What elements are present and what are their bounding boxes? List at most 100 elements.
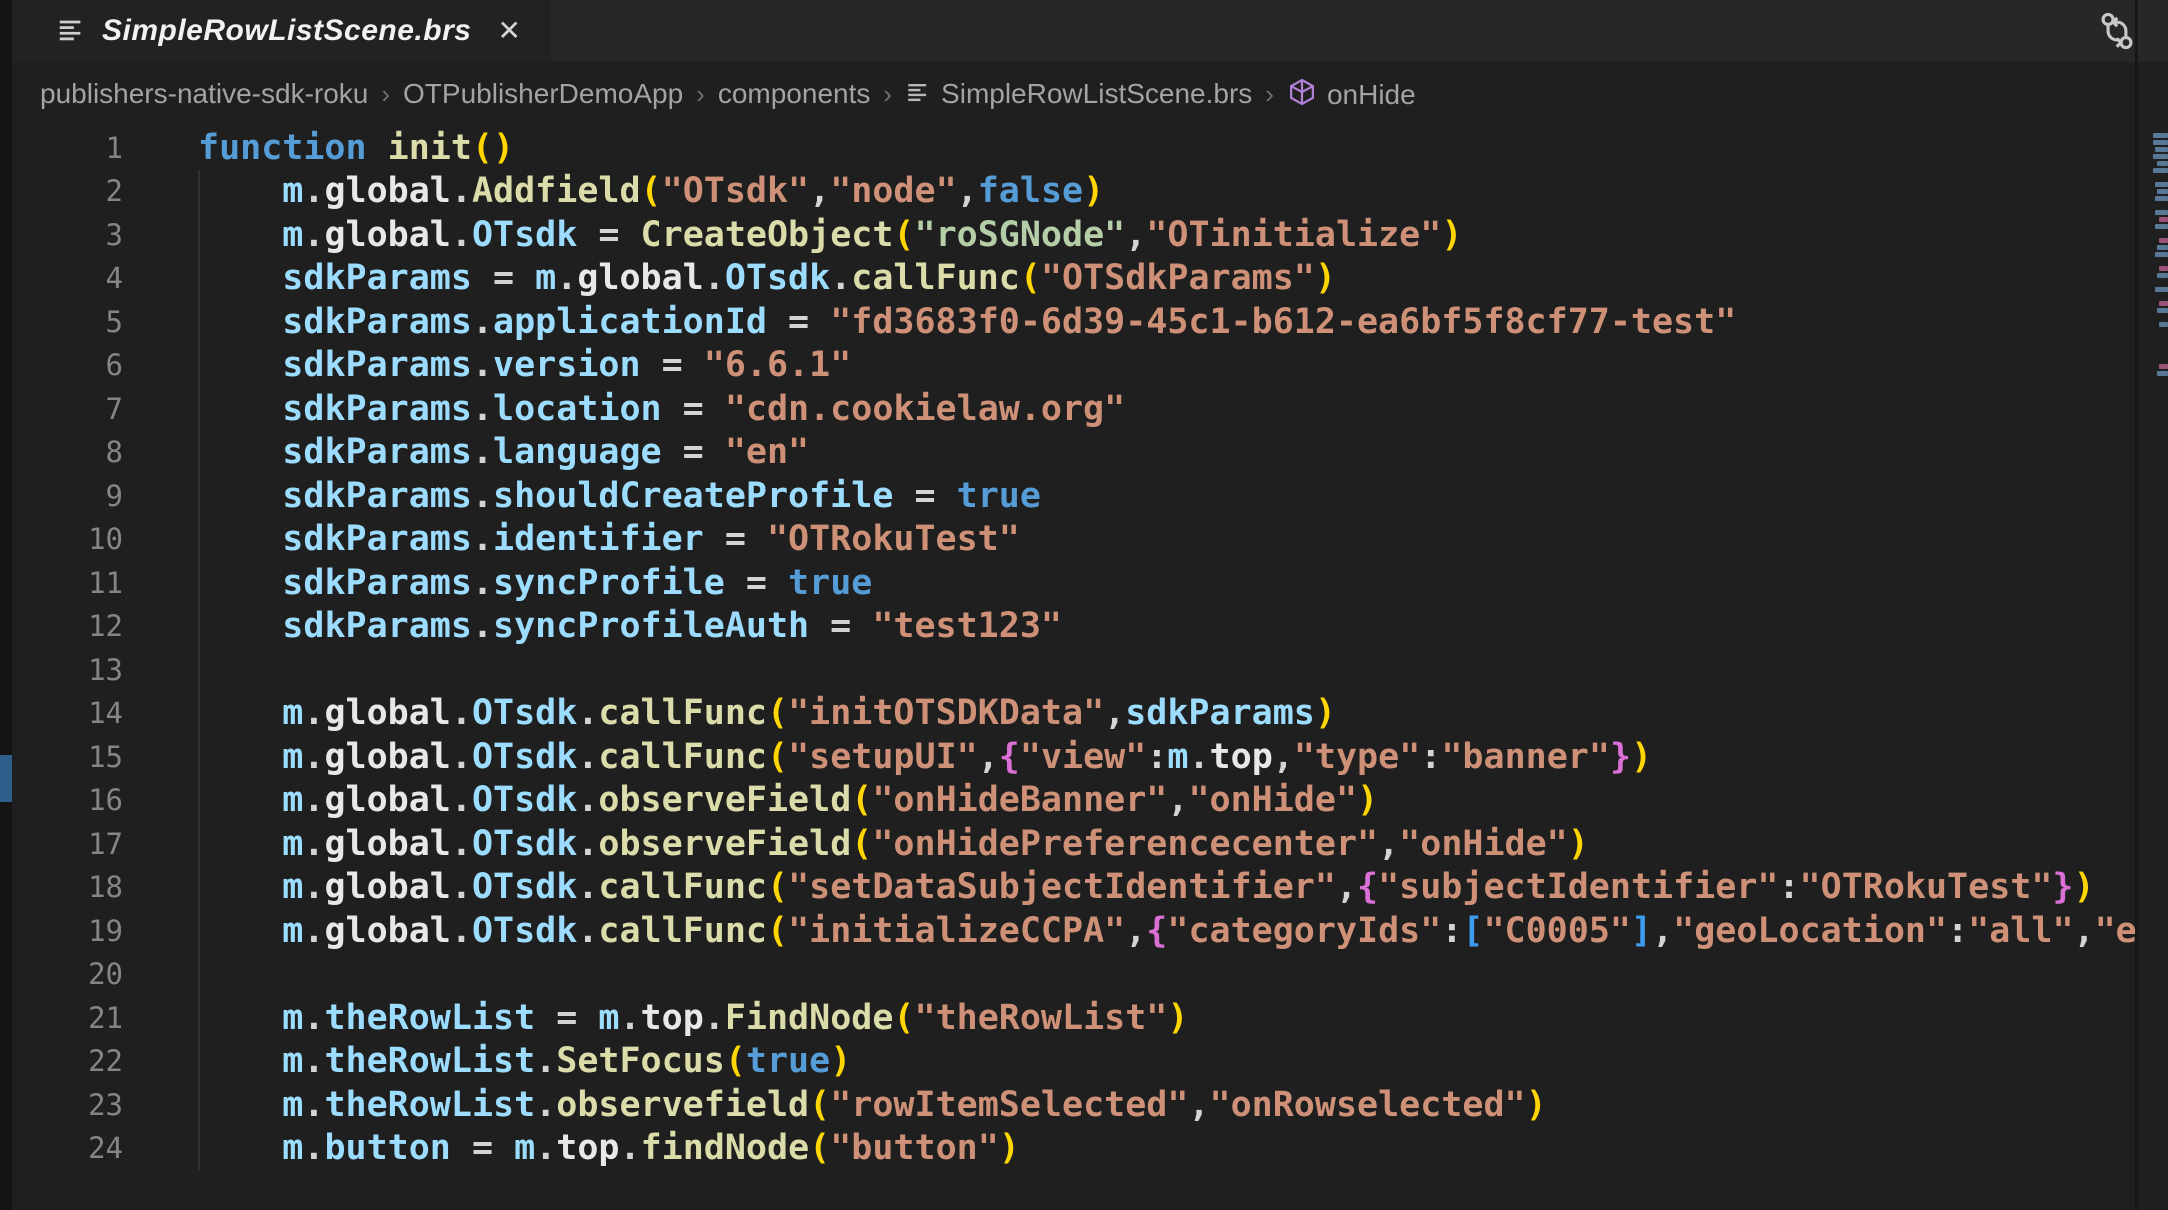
code-token: . [577,737,598,777]
code-token: , [1336,867,1357,907]
code-token: . [577,911,598,951]
code-line[interactable]: 17 m.global.OTsdk.observeField("onHidePr… [12,822,2168,866]
code-line[interactable]: 4 sdkParams = m.global.OTsdk.callFunc("O… [12,257,2168,301]
code-line[interactable]: 20 [12,953,2168,997]
line-number: 11 [12,566,123,600]
code-token: . [451,215,472,255]
code-token: OTsdk [725,258,830,298]
code-token: . [303,867,324,907]
code-token: observefield [556,1085,809,1125]
code-token: ] [1631,911,1652,951]
code-line[interactable]: 6 sdkParams.version = "6.6.1" [12,344,2168,388]
code-token: ) [1357,780,1378,820]
code-line[interactable]: 12 sdkParams.syncProfileAuth = "test123" [12,605,2168,649]
code-token: sdkParams [282,389,472,429]
code-token: , [2074,911,2095,951]
code-line[interactable]: 21 m.theRowList = m.top.FindNode("theRow… [12,996,2168,1040]
code-token: ( [1020,258,1041,298]
compare-changes-icon[interactable] [2096,10,2138,52]
minimap-mark [2159,322,2168,327]
breadcrumb-file[interactable]: SimpleRowListScene.brs [905,78,1252,110]
code-line[interactable]: 10 sdkParams.identifier = "OTRokuTest" [12,518,2168,562]
minimap-mark [2155,196,2168,201]
code-line[interactable]: 1function init() [12,126,2168,170]
breadcrumb-folder-components[interactable]: components [718,78,871,110]
code-token: top [556,1128,619,1168]
code-token: . [451,737,472,777]
code-token: "onHide" [1188,780,1357,820]
code-token: global [324,693,450,733]
code-token: . [577,693,598,733]
minimap-mark [2155,182,2168,187]
code-token: ( [767,737,788,777]
breadcrumb-separator: › [883,79,892,110]
minimap-mark [2153,168,2168,173]
code-token: = [662,432,725,472]
code-token: m [1167,737,1188,777]
code-line[interactable]: 22 m.theRowList.SetFocus(true) [12,1040,2168,1084]
code-token: . [472,563,493,603]
code-token: , [1378,824,1399,864]
code-line[interactable]: 18 m.global.OTsdk.callFunc("setDataSubje… [12,866,2168,910]
code-token: applicationId [493,302,767,342]
code-token: ( [893,998,914,1038]
code-token: . [472,519,493,559]
code-token: m [282,1041,303,1081]
code-token: "initializeCCPA" [788,911,1125,951]
code-line[interactable]: 7 sdkParams.location = "cdn.cookielaw.or… [12,387,2168,431]
code-token: = [704,519,767,559]
code-token: = [725,563,788,603]
minimap-mark [2159,217,2168,222]
code-token: ) [1441,215,1462,255]
code-line[interactable]: 3 m.global.OTsdk = CreateObject("roSGNod… [12,213,2168,257]
gutter-selection-marker [0,755,12,802]
code-line[interactable]: 13 [12,648,2168,692]
line-number: 19 [12,914,123,948]
code-token: ( [767,867,788,907]
code-token: m [282,737,303,777]
line-number: 9 [12,479,123,513]
code-token [198,911,282,951]
code-token: . [451,867,472,907]
code-token: version [493,345,641,385]
code-token: callFunc [598,911,767,951]
minimap[interactable] [2134,0,2168,1210]
code-line[interactable]: 16 m.global.OTsdk.observeField("onHideBa… [12,779,2168,823]
code-line[interactable]: 14 m.global.OTsdk.callFunc("initOTSDKDat… [12,692,2168,736]
code-line[interactable]: 2 m.global.Addfield("OTsdk","node",false… [12,170,2168,214]
breadcrumb-folder-root[interactable]: publishers-native-sdk-roku [40,78,368,110]
code-token [198,606,282,646]
code-line[interactable]: 15 m.global.OTsdk.callFunc("setupUI",{"v… [12,735,2168,779]
tab-simplerowlistscene[interactable]: SimpleRowListScene.brs ✕ [12,0,551,62]
line-number: 15 [12,740,123,774]
close-icon[interactable]: ✕ [493,13,524,49]
code-token: : [1420,737,1441,777]
code-token: location [493,389,662,429]
code-token: "OTSdkParams" [1041,258,1315,298]
code-token: m [598,998,619,1038]
code-token: "categoryIds" [1167,911,1441,951]
code-token: . [830,258,851,298]
code-line[interactable]: 19 m.global.OTsdk.callFunc("initializeCC… [12,909,2168,953]
code-token: OTsdk [472,737,577,777]
breadcrumb-symbol-onhide[interactable]: onHide [1287,77,1416,111]
code-area[interactable]: 1function init()2 m.global.Addfield("OTs… [12,126,2168,1210]
code-line[interactable]: 9 sdkParams.shouldCreateProfile = true [12,474,2168,518]
code-token: "fd3683f0-6d39-45c1-b612-ea6bf5f8cf77-te… [830,302,1736,342]
code-line[interactable]: 5 sdkParams.applicationId = "fd3683f0-6d… [12,300,2168,344]
code-token [198,780,282,820]
line-number: 7 [12,392,123,426]
code-token [198,1085,282,1125]
code-line[interactable]: 23 m.theRowList.observefield("rowItemSel… [12,1083,2168,1127]
breadcrumb-folder-app[interactable]: OTPublisherDemoApp [403,78,683,110]
code-token: ( [725,1041,746,1081]
code-token [198,1041,282,1081]
code-token: : [1947,911,1968,951]
code-token: m [514,1128,535,1168]
code-token [198,693,282,733]
code-line[interactable]: 11 sdkParams.syncProfile = true [12,561,2168,605]
code-token: "setDataSubjectIdentifier" [788,867,1336,907]
code-line[interactable]: 24 m.button = m.top.findNode("button") [12,1127,2168,1171]
code-token: callFunc [598,737,767,777]
code-line[interactable]: 8 sdkParams.language = "en" [12,431,2168,475]
